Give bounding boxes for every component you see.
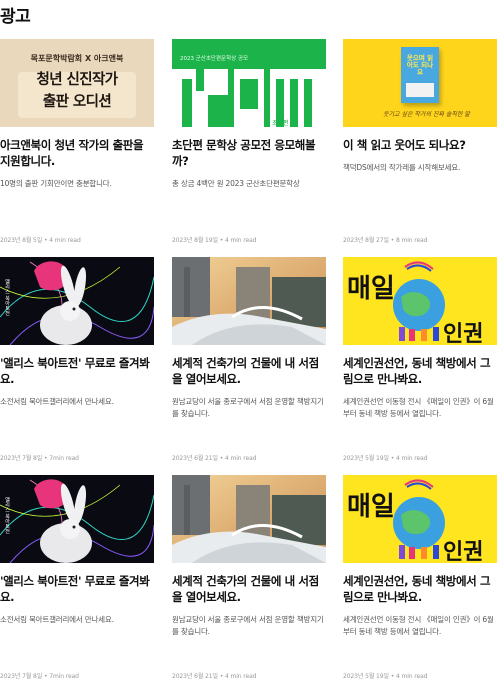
card-description: 소전서림 북아트갤러리에서 만나세요.	[0, 615, 114, 624]
human-big-text: 인권	[443, 540, 483, 563]
card-meta: 2023년 6월 21일 • 4 min read	[172, 673, 257, 680]
card-thumbnail[interactable]: 매일 인권	[343, 257, 497, 345]
human-rights-illustration: 매일 인권	[347, 479, 483, 563]
card-thumbnail[interactable]: 앨리스 북아트전	[0, 257, 154, 345]
ad-card-alice-bookart[interactable]: 앨리스 북아트전 '앨리스 북아트전' 무료로 즐겨봐요. 소전서림 북아트갤러…	[0, 257, 154, 462]
card-title[interactable]: 세계적 건축가의 건물에 내 서점을 열어보세요.	[172, 355, 326, 387]
card-thumbnail[interactable]	[172, 475, 326, 563]
card-title[interactable]: 아크앤북이 청년 작가의 출판을 지원합니다.	[0, 137, 154, 169]
thumb-text: 목포문학박람회 X 아크앤북	[30, 54, 124, 63]
card-meta: 2023년 5월 19일 • 4 min read	[343, 673, 428, 680]
card-meta: 2023년 8월 19일 • 4 min read	[172, 237, 257, 244]
card-thumbnail[interactable]: 앨리스 북아트전	[0, 475, 154, 563]
card-title[interactable]: 초단편 문학상 공모전 응모해볼까?	[172, 137, 326, 169]
ad-card-funny-book[interactable]: 웃으며 읽어도 되나요 웃기고 싶은 작가의 진짜 솔직한 말 이 책 읽고 웃…	[343, 39, 497, 244]
card-title[interactable]: '앨리스 북아트전' 무료로 즐겨봐요.	[0, 355, 154, 387]
ad-card-architect-bookstore[interactable]: 세계적 건축가의 건물에 내 서점을 열어보세요. 원남교당이 서울 종로구에서…	[172, 257, 326, 462]
card-title[interactable]: 세계인권선언, 동네 책방에서 그림으로 만나봐요.	[343, 573, 497, 605]
ad-card-arcnbook[interactable]: 목포문학박람회 X 아크앤북 청년 신진작가 출판 오디션 아크앤북이 청년 작…	[0, 39, 154, 244]
card-meta: 2023년 5월 19일 • 4 min read	[343, 455, 428, 462]
rabbit-illustration	[0, 261, 154, 345]
ad-card-short-story-contest[interactable]: 2023 군산초단편문학상 공모 초단편 초단편 문학상 공모전 응모해볼까? …	[172, 39, 326, 244]
card-thumbnail[interactable]: 목포문학박람회 X 아크앤북 청년 신진작가 출판 오디션	[0, 39, 154, 127]
human-big-text: 인권	[443, 322, 483, 345]
ad-card-alice-bookart[interactable]: 앨리스 북아트전 '앨리스 북아트전' 무료로 즐겨봐요. 소전서림 북아트갤러…	[0, 475, 154, 680]
poster-big-text: 초단편	[272, 119, 289, 127]
thumb-text: 앨리스 북아트전	[4, 497, 10, 534]
card-meta: 2023년 8월 5일 • 4 min read	[0, 237, 81, 244]
card-description: 원남교당이 서울 종로구에서 서점 운영할 책방지기를 찾습니다.	[172, 615, 324, 636]
ad-card-architect-bookstore[interactable]: 세계적 건축가의 건물에 내 서점을 열어보세요. 원남교당이 서울 종로구에서…	[172, 475, 326, 680]
building-photo	[172, 257, 326, 345]
card-thumbnail[interactable]: 2023 군산초단편문학상 공모 초단편	[172, 39, 326, 127]
card-thumbnail[interactable]	[172, 257, 326, 345]
card-meta: 2023년 7월 8일 • 7min read	[0, 455, 79, 462]
card-title[interactable]: 이 책 읽고 웃어도 되나요?	[343, 137, 497, 153]
card-thumbnail[interactable]: 매일 인권	[343, 475, 497, 563]
card-description: 10명의 출판 기회만이면 충분합니다.	[0, 179, 112, 188]
thumb-text: 앨리스 북아트전	[4, 279, 10, 316]
thumb-text: 청년 신진작가	[36, 72, 118, 88]
card-title[interactable]: '앨리스 북아트전' 무료로 즐겨봐요.	[0, 573, 154, 605]
card-description: 총 상금 4백만 원 2023 군산초단편문학상	[172, 179, 300, 188]
human-rights-illustration: 매일 인권	[347, 261, 483, 345]
section-title: 광고	[0, 7, 31, 27]
card-description: 세계인권선언 이동형 전시 《매일이 인권》이 6월부터 동네 책방 등에서 열…	[343, 397, 494, 418]
card-description: 세계인권선언 이동형 전시 《매일이 인권》이 6월부터 동네 책방 등에서 열…	[343, 615, 494, 636]
ad-card-human-rights[interactable]: 매일 인권 세계인권선언, 동네 책방에서 그림으로 만나봐요. 세계인권선언 …	[343, 257, 497, 462]
ad-card-human-rights[interactable]: 매일 인권 세계인권선언, 동네 책방에서 그림으로 만나봐요. 세계인권선언 …	[343, 475, 497, 680]
card-title[interactable]: 세계적 건축가의 건물에 내 서점을 열어보세요.	[172, 573, 326, 605]
card-meta: 2023년 6월 21일 • 4 min read	[172, 455, 257, 462]
card-description: 책덕DS에서의 작가레를 시작해보세요.	[343, 163, 461, 172]
poster-lettering-graphic: 초단편	[172, 69, 326, 127]
thumb-text: 출판 오디션	[42, 94, 112, 110]
card-description: 소전서림 북아트갤러리에서 만나세요.	[0, 397, 114, 406]
rabbit-illustration	[0, 479, 154, 563]
card-thumbnail[interactable]: 웃으며 읽어도 되나요 웃기고 싶은 작가의 진짜 솔직한 말	[343, 39, 497, 127]
card-meta: 2023년 8월 27일 • 8 min read	[343, 237, 428, 244]
human-big-text: 매일	[347, 274, 395, 304]
card-description: 원남교당이 서울 종로구에서 서점 운영할 책방지기를 찾습니다.	[172, 397, 324, 418]
human-big-text: 매일	[347, 492, 395, 522]
card-title[interactable]: 세계인권선언, 동네 책방에서 그림으로 만나봐요.	[343, 355, 497, 387]
card-meta: 2023년 7월 8일 • 7min read	[0, 673, 79, 680]
thumb-text: 웃으며 읽어도 되나요	[406, 54, 434, 76]
thumb-text: 웃기고 싶은 작가의 진짜 솔직한 말	[383, 111, 470, 118]
building-photo	[172, 475, 326, 563]
book-cover: 웃으며 읽어도 되나요	[401, 47, 439, 103]
